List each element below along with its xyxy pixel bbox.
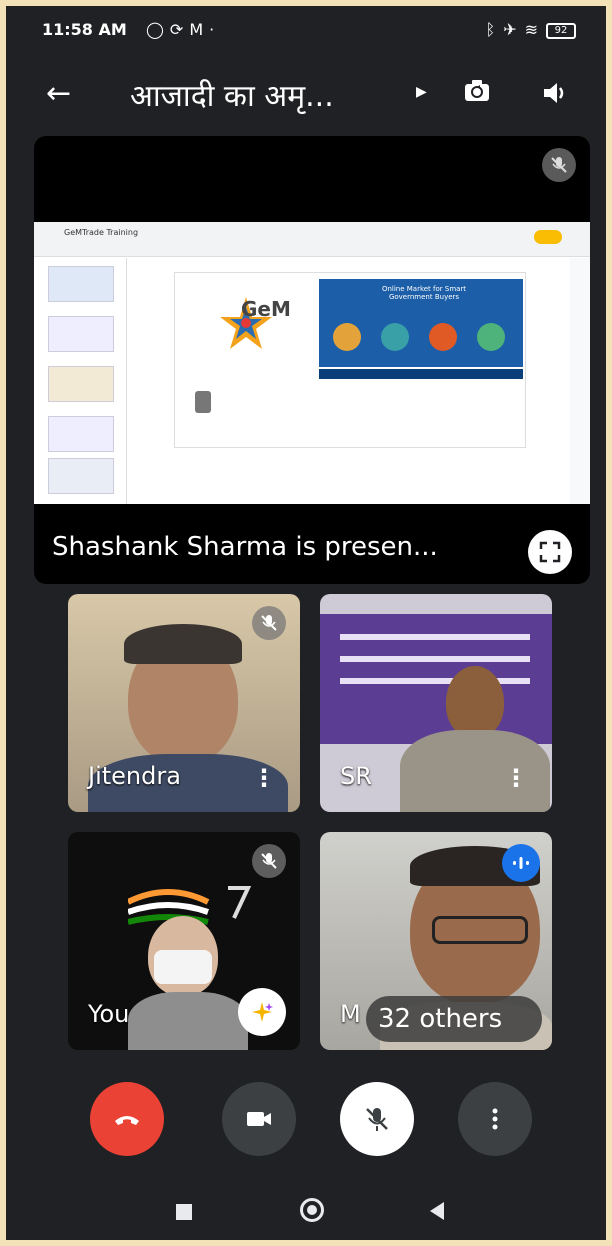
participant-video (124, 624, 242, 664)
more-vert-icon[interactable]: ⋮ (252, 764, 276, 792)
effects-button[interactable] (238, 988, 286, 1036)
wifi-icon: ≋ (524, 20, 546, 39)
thumbnail (48, 416, 114, 452)
gmail-icon: M (189, 20, 210, 39)
mic-off-icon (252, 844, 286, 878)
participant-video (340, 656, 530, 662)
sync-icon: ⟳ (169, 20, 190, 39)
others-chip[interactable]: 32 others (366, 996, 542, 1042)
participant-video (340, 634, 530, 640)
deck-name: GeMTrade Training (64, 228, 139, 237)
presentation-tile[interactable]: GeMTrade Training GeM Online Market for (34, 136, 590, 584)
camera-button[interactable] (222, 1082, 296, 1156)
more-options-button[interactable] (458, 1082, 532, 1156)
others-count: 32 others (378, 1004, 503, 1034)
speaking-indicator (502, 844, 540, 882)
videocam-icon (247, 1112, 271, 1126)
participant-video (446, 666, 504, 738)
slides-side-panel (570, 258, 590, 504)
airplane-icon: ✈ (503, 20, 525, 39)
battery-icon: 92 (546, 22, 576, 39)
more-vert-icon[interactable]: ⋮ (504, 764, 528, 792)
speaker-icon[interactable] (540, 78, 570, 108)
emblem-icon (195, 391, 211, 413)
status-time: 11:58 AM (42, 20, 127, 39)
thumbnail (48, 366, 114, 402)
recents-icon[interactable] (176, 1204, 192, 1220)
sparkle-icon (252, 1002, 273, 1022)
slides-toolbar: GeMTrade Training (34, 222, 590, 257)
thumbnail (48, 316, 114, 352)
participant-video (128, 992, 248, 1050)
app-bar: ← आजादी का अमृ... ▶ (6, 54, 606, 134)
call-controls (6, 1076, 606, 1166)
participant-video (154, 950, 212, 984)
participant-tile[interactable]: M 32 others (320, 832, 552, 1050)
back-icon[interactable] (430, 1202, 444, 1220)
mic-off-icon (542, 148, 576, 182)
slide-thumbnails (34, 258, 127, 504)
slide-banner: Online Market for Smart Government Buyer… (319, 279, 523, 367)
home-icon[interactable] (300, 1198, 324, 1222)
banner-image (477, 323, 505, 351)
participant-name: SR (340, 762, 372, 790)
participant-name: Jitendra (88, 762, 181, 790)
dot-icon: · (209, 20, 221, 39)
present-button (534, 230, 562, 244)
banner-text: Online Market for Smart Government Buyer… (381, 285, 467, 301)
banner-image (381, 323, 409, 351)
banner-image (429, 323, 457, 351)
audio-wave-icon (513, 857, 529, 869)
mic-off-icon (252, 606, 286, 640)
participant-name: You (88, 1000, 130, 1028)
more-vert-icon (492, 1108, 498, 1130)
slide-canvas: GeM Online Market for Smart Government B… (174, 272, 526, 448)
meet-screen: 11:58 AM ◯⟳M· ᛒ✈≋92 ← आजादी का अमृ... ▶ (6, 6, 606, 1240)
status-bar: 11:58 AM ◯⟳M· ᛒ✈≋ 92 (6, 6, 606, 54)
participant-name: M (340, 1000, 361, 1028)
shared-slide: GeMTrade Training GeM Online Market for (34, 222, 590, 504)
self-view-tile[interactable]: You (68, 832, 300, 1050)
system-icons: ᛒ✈≋ 92 (486, 20, 576, 39)
microphone-button[interactable] (340, 1082, 414, 1156)
system-nav-bar (6, 1184, 606, 1240)
fullscreen-icon (539, 541, 561, 563)
notification-icons: ◯⟳M· (146, 20, 220, 39)
presenter-label: Shashank Sharma is presen... (52, 532, 438, 562)
department-bar (319, 369, 523, 379)
thumbnail (48, 458, 114, 494)
whatsapp-icon: ◯ (146, 20, 170, 39)
participant-video (432, 916, 528, 944)
end-call-button[interactable] (90, 1082, 164, 1156)
banner-image (333, 323, 361, 351)
end-call-icon (115, 1116, 139, 1125)
mic-off-icon (366, 1108, 388, 1131)
fullscreen-button[interactable] (528, 530, 572, 574)
thumbnail (48, 266, 114, 302)
back-arrow-icon[interactable]: ← (46, 76, 71, 111)
switch-camera-icon[interactable] (462, 76, 492, 106)
participant-tile[interactable]: SR ⋮ (320, 594, 552, 812)
participant-video (340, 678, 530, 684)
gem-logo-text: GeM (241, 297, 291, 321)
chevron-right-icon[interactable]: ▶ (416, 84, 427, 100)
meeting-title[interactable]: आजादी का अमृ... (130, 74, 334, 115)
bluetooth-icon: ᛒ (485, 20, 504, 39)
participant-tile[interactable]: Jitendra ⋮ (68, 594, 300, 812)
